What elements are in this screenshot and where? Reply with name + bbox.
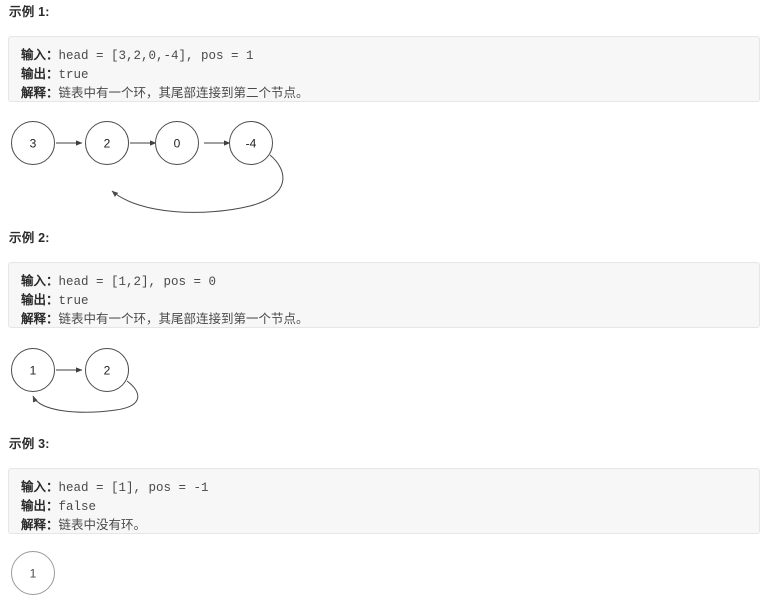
- example-1-linked-list-diagram: 3 2 0 -4: [0, 112, 330, 227]
- example-1-title: 示例 1:: [9, 5, 50, 19]
- example-3-output-line: 输出：false: [21, 497, 747, 516]
- example-3-output-label: 输出：: [21, 499, 59, 513]
- problem-examples-page: 示例 1: 输入：head = [3,2,0,-4], pos = 1 输出：t…: [0, 0, 766, 600]
- example-1-input-line: 输入：head = [3,2,0,-4], pos = 1: [21, 46, 747, 65]
- example-1-explain-label: 解释：: [21, 86, 59, 100]
- node-label-1: 2: [104, 137, 111, 151]
- example-3-input-value: head = [1], pos = -1: [58, 481, 209, 495]
- node-label-0: 1: [30, 364, 37, 378]
- example-2-explain-label: 解释：: [21, 312, 59, 326]
- example-2-output-label: 输出：: [21, 293, 59, 307]
- list-node: 3: [11, 121, 55, 165]
- list-node: 0: [155, 121, 199, 165]
- example-2-linked-list-diagram: 1 2: [0, 340, 220, 430]
- example-2-output-line: 输出：true: [21, 291, 747, 310]
- list-node: 2: [85, 121, 129, 165]
- example-3-linked-list-diagram: 1: [0, 546, 120, 606]
- example-2-explain-line: 解释：链表中有一个环，其尾部连接到第一个节点。: [21, 310, 747, 329]
- example-2-code-block: 输入：head = [1,2], pos = 0 输出：true 解释：链表中有…: [8, 262, 760, 328]
- example-3-code-block: 输入：head = [1], pos = -1 输出：false 解释：链表中没…: [8, 468, 760, 534]
- list-node: 1: [11, 551, 55, 595]
- example-2-input-label: 输入：: [21, 274, 59, 288]
- example-3-explain-line: 解释：链表中没有环。: [21, 516, 747, 535]
- example-2-input-line: 输入：head = [1,2], pos = 0: [21, 272, 747, 291]
- example-2-explain-value: 链表中有一个环，其尾部连接到第一个节点。: [58, 312, 309, 326]
- example-3-input-label: 输入：: [21, 480, 59, 494]
- example-3-input-line: 输入：head = [1], pos = -1: [21, 478, 747, 497]
- example-1-input-label: 输入：: [21, 48, 59, 62]
- example-3-explain-label: 解释：: [21, 518, 59, 532]
- example-1-output-label: 输出：: [21, 67, 59, 81]
- example-3-title: 示例 3:: [9, 437, 50, 451]
- example-3-explain-value: 链表中没有环。: [58, 518, 147, 532]
- example-2-title: 示例 2:: [9, 231, 50, 245]
- example-1-code-block: 输入：head = [3,2,0,-4], pos = 1 输出：true 解释…: [8, 36, 760, 102]
- example-1-input-value: head = [3,2,0,-4], pos = 1: [58, 49, 254, 63]
- example-2-output-value: true: [58, 294, 89, 308]
- list-node: -4: [229, 121, 273, 165]
- node-label-0: 3: [30, 137, 37, 151]
- node-label-0: 1: [30, 567, 37, 581]
- list-node: 2: [85, 348, 129, 392]
- list-node: 1: [11, 348, 55, 392]
- example-3-output-value: false: [58, 500, 97, 514]
- example-1-explain-value: 链表中有一个环，其尾部连接到第二个节点。: [58, 86, 309, 100]
- example-1-output-value: true: [58, 68, 89, 82]
- example-2-input-value: head = [1,2], pos = 0: [58, 275, 217, 289]
- example-1-output-line: 输出：true: [21, 65, 747, 84]
- node-label-3: -4: [246, 137, 257, 151]
- node-label-1: 2: [104, 364, 111, 378]
- node-label-2: 0: [174, 137, 181, 151]
- example-1-explain-line: 解释：链表中有一个环，其尾部连接到第二个节点。: [21, 84, 747, 103]
